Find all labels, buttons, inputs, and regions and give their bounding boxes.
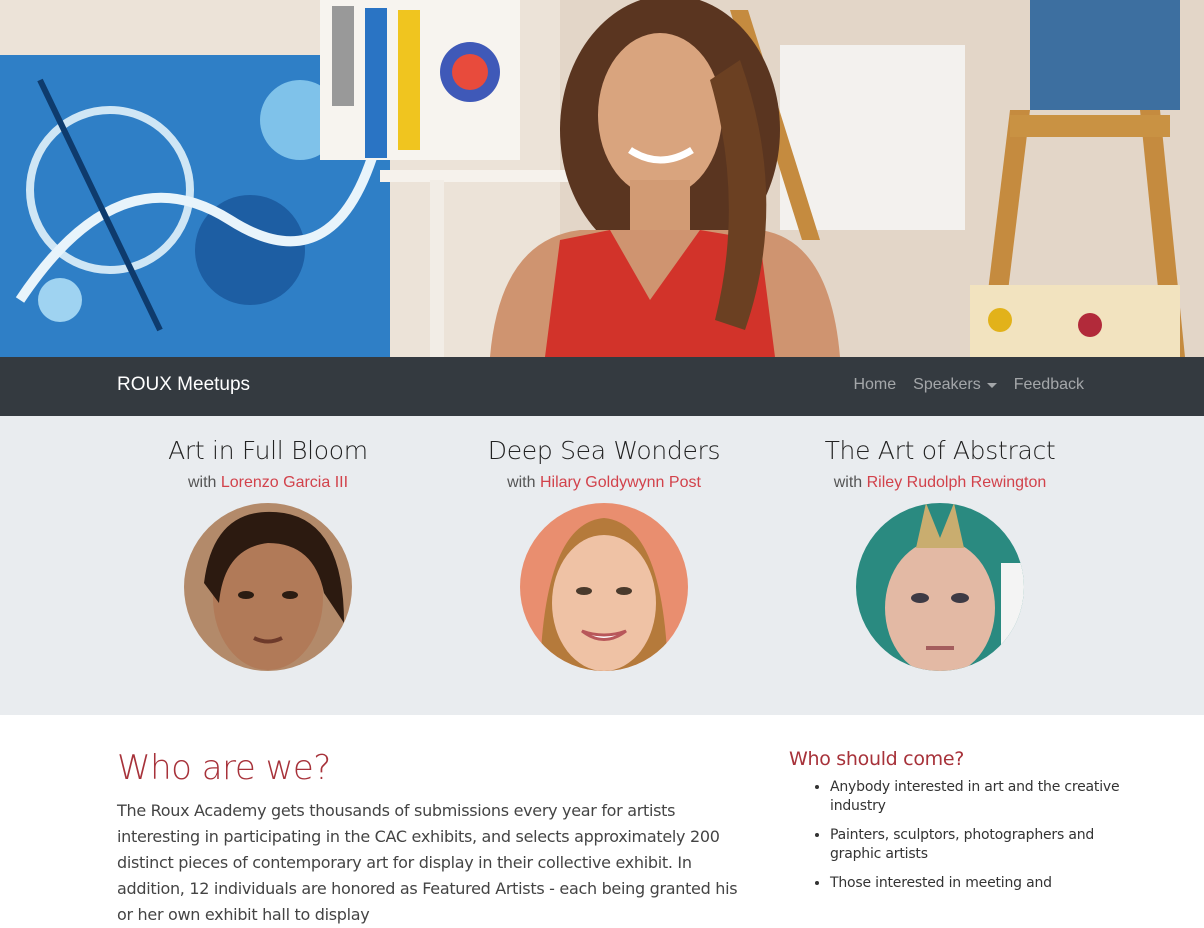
nav-home[interactable]: Home xyxy=(853,376,896,394)
speaker-byline: with Hilary Goldywynn Post xyxy=(436,474,772,492)
speaker-link[interactable]: Hilary Goldywynn Post xyxy=(540,474,701,491)
speaker-link[interactable]: Lorenzo Garcia III xyxy=(221,474,348,491)
nav-feedback[interactable]: Feedback xyxy=(1014,376,1084,394)
speaker-byline: with Lorenzo Garcia III xyxy=(100,474,436,492)
navbar: ROUX Meetups Home Speakers Feedback xyxy=(0,357,1204,416)
speaker-with-label: with xyxy=(187,474,217,491)
speaker-card: Art in Full Bloom with Lorenzo Garcia II… xyxy=(100,416,436,671)
nav-feedback-label: Feedback xyxy=(1013,376,1084,393)
hero-image xyxy=(0,0,1204,357)
speaker-byline: with Riley Rudolph Rewington xyxy=(772,474,1108,492)
speaker-title: Deep Sea Wonders xyxy=(487,436,721,465)
speaker-avatar[interactable] xyxy=(856,503,1024,671)
nav-speakers-label: Speakers xyxy=(913,376,981,393)
speaker-card: Deep Sea Wonders with Hilary Goldywynn P… xyxy=(436,416,772,671)
speaker-card: The Art of Abstract with Riley Rudolph R… xyxy=(772,416,1108,671)
speakers-section: Art in Full Bloom with Lorenzo Garcia II… xyxy=(0,416,1204,715)
speaker-title: The Art of Abstract xyxy=(824,436,1056,465)
speaker-title: Art in Full Bloom xyxy=(168,436,368,465)
brand-logo[interactable]: ROUX Meetups xyxy=(117,374,250,396)
nav-links: Home Speakers Feedback xyxy=(836,376,1084,394)
list-item: Anybody interested in art and the creati… xyxy=(830,778,1130,816)
list-item: Those interested in meeting and xyxy=(830,874,1130,893)
nav-speakers-dropdown[interactable]: Speakers xyxy=(913,376,997,394)
speaker-avatar[interactable] xyxy=(520,503,688,671)
speaker-with-label: with xyxy=(507,474,536,491)
speaker-link[interactable]: Riley Rudolph Rewington xyxy=(867,474,1047,491)
audience-list: Anybody interested in art and the creati… xyxy=(789,778,1130,903)
list-item: Painters, sculptors, photographers and g… xyxy=(830,826,1130,864)
caret-down-icon xyxy=(986,382,997,388)
nav-home-label: Home xyxy=(853,376,897,393)
speaker-with-label: with xyxy=(833,474,863,491)
who-are-we-heading: Who are we? xyxy=(117,748,331,788)
who-should-come-heading: Who should come? xyxy=(789,748,965,770)
speaker-avatar[interactable] xyxy=(184,503,352,671)
about-paragraph: The Roux Academy gets thousands of submi… xyxy=(117,801,738,924)
